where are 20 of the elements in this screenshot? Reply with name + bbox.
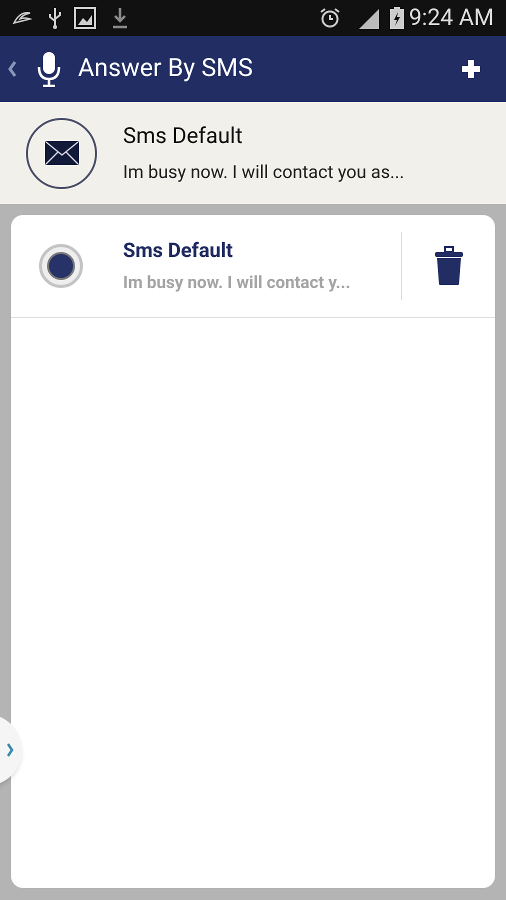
current-message-title: Sms Default xyxy=(123,123,244,151)
current-message-text: Im busy now. I will contact you as... xyxy=(123,161,404,185)
chevron-right-icon xyxy=(6,742,14,758)
back-chevron-icon xyxy=(7,60,17,78)
message-list-item[interactable]: Sms Default Im busy now. I will contact y... xyxy=(11,215,495,318)
plus-icon xyxy=(460,58,482,80)
alarm-icon xyxy=(318,7,341,29)
message-text: Im busy now. I will contact y... xyxy=(123,272,352,296)
app-title: Answer By SMS xyxy=(78,53,253,86)
trash-icon xyxy=(434,246,464,286)
envelope-icon xyxy=(44,140,80,166)
usb-icon xyxy=(48,7,62,29)
battery-icon xyxy=(388,6,405,30)
download-icon xyxy=(112,7,128,29)
radio-button[interactable] xyxy=(39,244,83,288)
image-icon xyxy=(74,7,96,29)
message-title: Sms Default xyxy=(123,237,234,264)
bird-icon xyxy=(12,9,32,27)
status-time: 9:24 AM xyxy=(408,2,494,33)
microphone-icon xyxy=(36,51,62,87)
